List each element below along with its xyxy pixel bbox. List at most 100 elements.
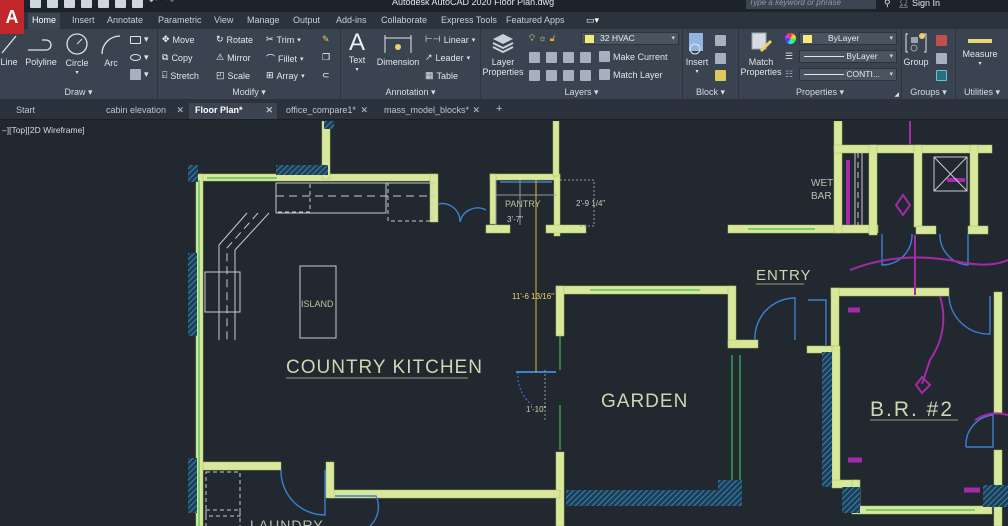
close-icon[interactable]: ✕ (472, 105, 480, 116)
create-block-icon[interactable] (715, 35, 726, 46)
lock-icon[interactable]: 🔓︎ (550, 33, 556, 44)
block-panel-title[interactable]: Block ▾ (683, 87, 738, 98)
lineweight-icon[interactable]: ☰ (785, 51, 793, 62)
print-icon[interactable] (132, 0, 143, 8)
offset-button[interactable]: ⊂ (322, 70, 330, 81)
plot-icon[interactable] (115, 0, 126, 8)
trim-button[interactable]: ✂ Trim ▾ (266, 34, 301, 45)
explode-button[interactable]: ❐ (322, 52, 330, 63)
doc-tab-office-compare1[interactable]: office_compare1* ✕ (280, 103, 372, 119)
copy-button[interactable]: ⧉ Copy (162, 52, 192, 63)
circle-button[interactable]: Circle ▾ (62, 32, 92, 78)
drawing-viewport[interactable]: –][Top][2D Wireframe] COUNTRY KITCHEN GA… (0, 121, 1008, 526)
rotate-button[interactable]: ↻ Rotate (216, 34, 253, 45)
scale-button[interactable]: ◰ Scale (216, 70, 250, 81)
close-icon[interactable]: ✕ (176, 105, 184, 116)
annotation-panel-title[interactable]: Annotation ▾ (341, 87, 480, 98)
line-button[interactable]: Line (0, 33, 18, 67)
fillet-button[interactable]: ⌒ Fillet ▾ (266, 52, 304, 65)
layer-thaw-icon[interactable] (563, 70, 574, 81)
array-button[interactable]: ⊞ Array ▾ (266, 70, 305, 81)
close-icon[interactable]: ✕ (265, 105, 273, 116)
doc-tab-mass-model-blocks[interactable]: mass_model_blocks* ✕ (378, 103, 484, 119)
tab-featured-apps[interactable]: Featured Apps (502, 14, 569, 26)
viewport-controls[interactable]: –][Top][2D Wireframe] (2, 125, 85, 135)
groups-panel-title[interactable]: Groups ▾ (902, 87, 955, 98)
doc-tab-start[interactable]: Start (10, 103, 100, 119)
binoculars-icon[interactable]: ⚲ (884, 0, 891, 9)
edit-attributes-icon[interactable] (715, 70, 726, 81)
color-wheel-icon[interactable] (785, 33, 796, 44)
application-menu-button[interactable]: A (0, 0, 24, 34)
draw-panel-title[interactable]: Draw ▾ (0, 87, 157, 98)
layer-properties-button[interactable]: Layer Properties (481, 31, 525, 77)
tab-insert[interactable]: Insert (68, 14, 99, 26)
save-as-icon[interactable] (81, 0, 92, 8)
open-icon[interactable] (47, 0, 58, 8)
layer-lock-icon[interactable] (580, 52, 591, 63)
properties-panel-title[interactable]: Properties ▾ (739, 87, 901, 98)
text-button[interactable]: A Text ▾ (345, 31, 369, 75)
tab-add-ins[interactable]: Add-ins (332, 14, 371, 26)
stretch-button[interactable]: ⍇ Stretch (162, 70, 199, 81)
erase-button[interactable]: ✎ (322, 34, 330, 45)
linear-button[interactable]: ⊢⊣ Linear ▾ (425, 34, 475, 45)
measure-button[interactable]: Measure ▾ (958, 33, 1002, 69)
layer-on-icon[interactable] (529, 70, 540, 81)
mirror-button[interactable]: ⚠︎ Mirror (216, 52, 251, 63)
publish-icon[interactable] (98, 0, 109, 8)
tab-home[interactable]: Home (28, 13, 61, 29)
sun-icon[interactable]: ☼ (538, 33, 546, 44)
tab-express-tools[interactable]: Express Tools (437, 14, 501, 26)
layers-panel-title[interactable]: Layers ▾ (481, 87, 682, 98)
sign-in-button[interactable]: 👤︎ Sign In (898, 0, 940, 9)
tab-output[interactable]: Output (289, 14, 324, 26)
redo-icon[interactable]: ↷ (166, 0, 177, 8)
gradient-button[interactable]: ▾ (130, 69, 149, 80)
doc-tab-cabin-elevation[interactable]: cabin elevation ✕ (100, 103, 188, 119)
polyline-button[interactable]: Polyline (24, 33, 58, 67)
linetype-icon[interactable]: ☷ (785, 69, 793, 80)
search-input[interactable]: Type a keyword or phrase (746, 0, 876, 9)
insert-block-button[interactable]: Insert ▾ (683, 31, 711, 77)
tab-collaborate[interactable]: Collaborate (377, 14, 431, 26)
layer-dropdown[interactable]: 32 HVAC ▾ (581, 32, 679, 45)
lineweight-dropdown[interactable]: ByLayer ▾ (799, 50, 897, 63)
make-current-button[interactable]: Make Current (599, 51, 668, 62)
leader-button[interactable]: ↗ Leader ▾ (425, 52, 470, 63)
linetype-dropdown[interactable]: CONTI... ▾ (799, 68, 897, 81)
circle-dropdown-icon[interactable]: ▾ (62, 68, 92, 78)
save-icon[interactable] (64, 0, 75, 8)
group-select-icon[interactable] (936, 70, 947, 81)
move-button[interactable]: ✥ Move (162, 34, 195, 45)
color-dropdown[interactable]: ByLayer ▾ (799, 32, 897, 45)
group-edit-icon[interactable] (936, 53, 947, 64)
layer-isolate-icon[interactable] (546, 52, 557, 63)
close-icon[interactable]: ✕ (360, 105, 368, 116)
edit-block-icon[interactable] (715, 53, 726, 64)
group-button[interactable]: Group (902, 31, 930, 67)
rectangle-button[interactable]: ▾ (130, 34, 149, 45)
ribbon-display-toggle[interactable]: ▭▾ (582, 14, 603, 27)
new-tab-button[interactable]: + (490, 103, 508, 119)
tab-manage[interactable]: Manage (243, 14, 284, 26)
layer-off-icon[interactable] (529, 52, 540, 63)
undo-icon[interactable]: ↶ (149, 0, 160, 8)
tab-parametric[interactable]: Parametric (154, 14, 206, 26)
new-icon[interactable] (30, 0, 41, 8)
layer-unisolate-icon[interactable] (546, 70, 557, 81)
lightbulb-icon[interactable]: 💡︎ (529, 33, 535, 44)
layer-freeze-icon[interactable] (563, 52, 574, 63)
match-layer-button[interactable]: Match Layer (599, 69, 663, 80)
doc-tab-floor-plan[interactable]: Floor Plan* ✕ (189, 103, 277, 119)
arc-button[interactable]: Arc (98, 32, 124, 68)
hatch-button[interactable]: ▾ (130, 52, 149, 63)
layer-unlock-icon[interactable] (580, 70, 591, 81)
panel-launcher-icon[interactable]: ◢ (894, 91, 899, 98)
match-properties-button[interactable]: Match Properties (739, 31, 783, 77)
tab-view[interactable]: View (210, 14, 237, 26)
modify-panel-title[interactable]: Modify ▾ (158, 87, 340, 98)
ungroup-icon[interactable] (936, 35, 947, 46)
utilities-panel-title[interactable]: Utilities ▾ (956, 87, 1008, 98)
tab-annotate[interactable]: Annotate (103, 14, 147, 26)
